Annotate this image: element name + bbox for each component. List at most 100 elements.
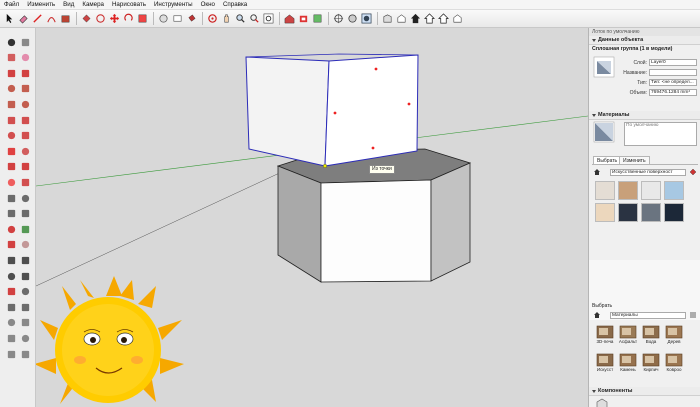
material-swatch[interactable] [664, 181, 684, 200]
text-icon[interactable] [19, 208, 31, 220]
menu-file[interactable]: Файл [4, 0, 19, 10]
select-tool-icon[interactable] [3, 13, 15, 25]
look-around-icon[interactable] [5, 301, 17, 313]
zoom-icon[interactable] [234, 13, 246, 25]
prism-front-face[interactable] [320, 179, 432, 283]
tool-f-icon[interactable] [19, 348, 31, 360]
rotate-icon[interactable] [122, 13, 134, 25]
arc3-icon[interactable] [19, 130, 31, 142]
polygon-icon[interactable] [19, 98, 31, 110]
view-right-icon[interactable] [423, 13, 435, 25]
components-icon[interactable] [311, 13, 323, 25]
tool-a-icon[interactable] [5, 317, 17, 329]
view-home-icon[interactable] [409, 13, 421, 25]
eraser-icon[interactable] [17, 13, 29, 25]
pan-icon[interactable] [19, 239, 31, 251]
zoom-extents-icon[interactable] [5, 270, 17, 282]
iso-view-icon[interactable] [332, 13, 344, 25]
home-icon[interactable] [593, 311, 601, 319]
material-library-dropdown[interactable]: Искусственные поверхност [610, 169, 686, 176]
material-category-tile[interactable]: Искусст [595, 352, 615, 377]
shaded-icon[interactable] [360, 13, 372, 25]
material-swatch[interactable] [664, 203, 684, 222]
material-swatch[interactable] [618, 181, 638, 200]
line-tool-icon[interactable] [31, 13, 43, 25]
arc2-icon[interactable] [19, 114, 31, 126]
view-front-icon[interactable] [395, 13, 407, 25]
pie-icon[interactable] [5, 130, 17, 142]
material-category-tile[interactable]: Ковроо [664, 352, 684, 377]
components-library-dropdown[interactable]: Материалы [610, 312, 686, 319]
freehand-icon[interactable] [19, 67, 31, 79]
scale-icon[interactable] [136, 13, 148, 25]
material-category-tile[interactable]: Камень [618, 352, 638, 377]
rotate-icon[interactable] [5, 161, 17, 173]
prism-left-face[interactable] [277, 165, 322, 283]
share-model-icon[interactable] [297, 13, 309, 25]
walk-icon[interactable] [19, 286, 31, 298]
zoom-window-icon[interactable] [248, 13, 260, 25]
tool-b-icon[interactable] [19, 317, 31, 329]
home-icon[interactable] [593, 168, 601, 176]
tool-c-icon[interactable] [5, 332, 17, 344]
materials-header[interactable]: Материалы [589, 111, 700, 120]
material-category-tile[interactable]: Асфальт [618, 324, 638, 349]
rectangle-icon[interactable] [5, 83, 17, 95]
eraser-icon[interactable] [19, 52, 31, 64]
previous-view-icon[interactable] [19, 270, 31, 282]
box-left-face[interactable] [245, 56, 330, 167]
select-arrow-icon[interactable] [5, 36, 17, 48]
circle-icon[interactable] [5, 98, 17, 110]
zoom-extents-icon[interactable] [262, 13, 274, 25]
view-top-icon[interactable] [381, 13, 393, 25]
rotated-rect-icon[interactable] [19, 83, 31, 95]
material-category-tile[interactable]: Кирпич [641, 352, 661, 377]
menu-draw[interactable]: Нарисовать [112, 0, 146, 10]
material-swatch[interactable] [595, 181, 615, 200]
scale-icon[interactable] [5, 176, 17, 188]
details-icon[interactable] [689, 311, 697, 319]
line-tool-icon[interactable] [5, 67, 17, 79]
xray-icon[interactable] [346, 13, 358, 25]
push-pull-icon[interactable] [80, 13, 92, 25]
tab-select[interactable]: Выбрать [593, 156, 622, 164]
view-left-icon[interactable] [451, 13, 463, 25]
tape-measure-icon[interactable] [5, 192, 17, 204]
axes-icon[interactable] [5, 223, 17, 235]
type-field[interactable]: Тип: <не определ... [649, 79, 697, 86]
material-name-field[interactable]: По умолчанию [624, 122, 697, 146]
shape-tool-icon[interactable] [59, 13, 71, 25]
material-swatch[interactable] [595, 203, 615, 222]
move-icon[interactable] [108, 13, 120, 25]
paint-bucket-icon[interactable] [689, 168, 697, 176]
tool-d-icon[interactable] [19, 332, 31, 344]
orbit-icon[interactable] [206, 13, 218, 25]
warehouse-icon[interactable] [283, 13, 295, 25]
material-category-tile[interactable]: Дерев [664, 324, 684, 349]
arc-icon[interactable] [5, 114, 17, 126]
position-camera-icon[interactable] [5, 286, 17, 298]
tab-edit[interactable]: Изменить [619, 156, 650, 164]
box-front-face[interactable] [324, 54, 419, 167]
material-swatch[interactable] [641, 203, 661, 222]
menu-tools[interactable]: Инструменты [154, 0, 193, 10]
view-back-icon[interactable] [437, 13, 449, 25]
tape-measure-icon[interactable] [157, 13, 169, 25]
move-icon[interactable] [5, 145, 17, 157]
menu-view[interactable]: Вид [63, 0, 74, 10]
offset-icon[interactable] [94, 13, 106, 25]
paint-icon[interactable] [5, 52, 17, 64]
zoom-window-icon[interactable] [19, 254, 31, 266]
name-field[interactable] [649, 69, 697, 76]
material-category-tile[interactable]: Вода [641, 324, 661, 349]
text-tool-icon[interactable] [171, 13, 183, 25]
arc-tool-icon[interactable] [45, 13, 57, 25]
section-icon[interactable] [19, 223, 31, 235]
menu-help[interactable]: Справка [223, 0, 247, 10]
offset-icon[interactable] [19, 176, 31, 188]
material-swatch[interactable] [618, 203, 638, 222]
dimension-icon[interactable] [19, 192, 31, 204]
protractor-icon[interactable] [5, 208, 17, 220]
push-pull-icon[interactable] [19, 145, 31, 157]
material-category-tile[interactable]: 3D-печа [595, 324, 615, 349]
